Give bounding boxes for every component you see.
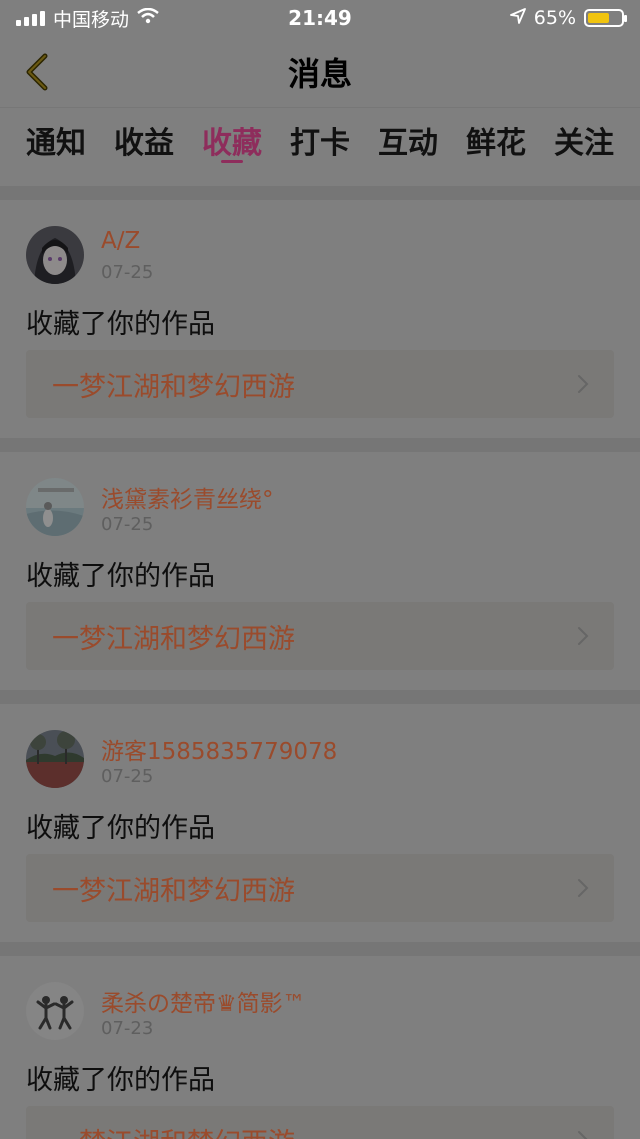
divider [0, 438, 640, 452]
status-right: 65% [509, 7, 627, 29]
chevron-right-icon [578, 375, 589, 393]
action-text: 收藏了你的作品 [26, 309, 215, 340]
username[interactable]: 浅黛素衫青丝绕° [101, 480, 274, 514]
action-text: 收藏了你的作品 [26, 813, 215, 844]
tab-interactions[interactable]: 互动 [378, 108, 438, 186]
chevron-right-icon [578, 1131, 588, 1139]
message-date: 07-23 [101, 1018, 154, 1039]
action-text: 收藏了你的作品 [26, 1065, 215, 1096]
avatar[interactable] [26, 982, 84, 1040]
message-card: 柔杀の楚帝♛简影™ 07-23 收藏了你的作品 一梦江湖和梦幻西游 [0, 956, 640, 1139]
message-date: 07-25 [101, 514, 154, 535]
tab-notifications[interactable]: 通知 [26, 108, 86, 186]
tab-earnings[interactable]: 收益 [114, 108, 174, 186]
page-title: 消息 [287, 54, 352, 93]
tab-flowers[interactable]: 鲜花 [466, 108, 526, 186]
work-title: 一梦江湖和梦幻西游 [52, 875, 295, 907]
username[interactable]: A/Z [101, 228, 140, 254]
chevron-left-icon [26, 53, 48, 91]
category-tabs: 通知 收益 收藏 打卡 互动 鲜花 关注 [0, 108, 640, 186]
avatar[interactable] [26, 478, 84, 536]
avatar[interactable] [26, 226, 84, 284]
tab-follows[interactable]: 关注 [554, 108, 614, 186]
username[interactable]: 柔杀の楚帝♛简影™ [101, 984, 306, 1018]
work-title: 一梦江湖和梦幻西游 [52, 371, 295, 403]
battery-percent: 65% [533, 7, 576, 29]
location-icon [509, 7, 526, 29]
avatar[interactable] [26, 730, 84, 788]
signal-icon [16, 10, 45, 26]
work-link[interactable]: 一梦江湖和梦幻西游 [26, 854, 614, 922]
work-title: 一梦江湖和梦幻西游 [52, 1121, 295, 1139]
battery-icon [584, 9, 627, 27]
message-card: A/Z 07-25 收藏了你的作品 一梦江湖和梦幻西游 [0, 200, 640, 438]
message-date: 07-25 [101, 766, 154, 787]
work-title: 一梦江湖和梦幻西游 [52, 623, 295, 655]
username[interactable]: 游客1585835779078 [101, 732, 337, 766]
status-left: 中国移动 [16, 5, 159, 32]
nav-header: 消息 [0, 36, 640, 108]
message-card: 游客1585835779078 07-25 收藏了你的作品 一梦江湖和梦幻西游 [0, 704, 640, 942]
work-link[interactable]: 一梦江湖和梦幻西游 [26, 350, 614, 418]
divider [0, 690, 640, 704]
action-text: 收藏了你的作品 [26, 561, 215, 592]
battery-fill [588, 13, 609, 23]
work-link[interactable]: 一梦江湖和梦幻西游 [26, 602, 614, 670]
tab-favorites[interactable]: 收藏 [202, 108, 262, 186]
carrier-name: 中国移动 [53, 8, 130, 31]
status-bar: 中国移动 21:49 65% [0, 0, 640, 36]
back-button[interactable] [16, 50, 56, 94]
chevron-right-icon [578, 879, 589, 897]
chevron-right-icon [578, 627, 589, 645]
divider [0, 942, 640, 956]
message-date: 07-25 [101, 262, 154, 283]
work-link[interactable]: 一梦江湖和梦幻西游 [26, 1106, 614, 1139]
message-card: 浅黛素衫青丝绕° 07-25 收藏了你的作品 一梦江湖和梦幻西游 [0, 452, 640, 690]
wifi-icon [137, 7, 159, 29]
tab-checkin[interactable]: 打卡 [290, 108, 350, 186]
divider [0, 186, 640, 200]
